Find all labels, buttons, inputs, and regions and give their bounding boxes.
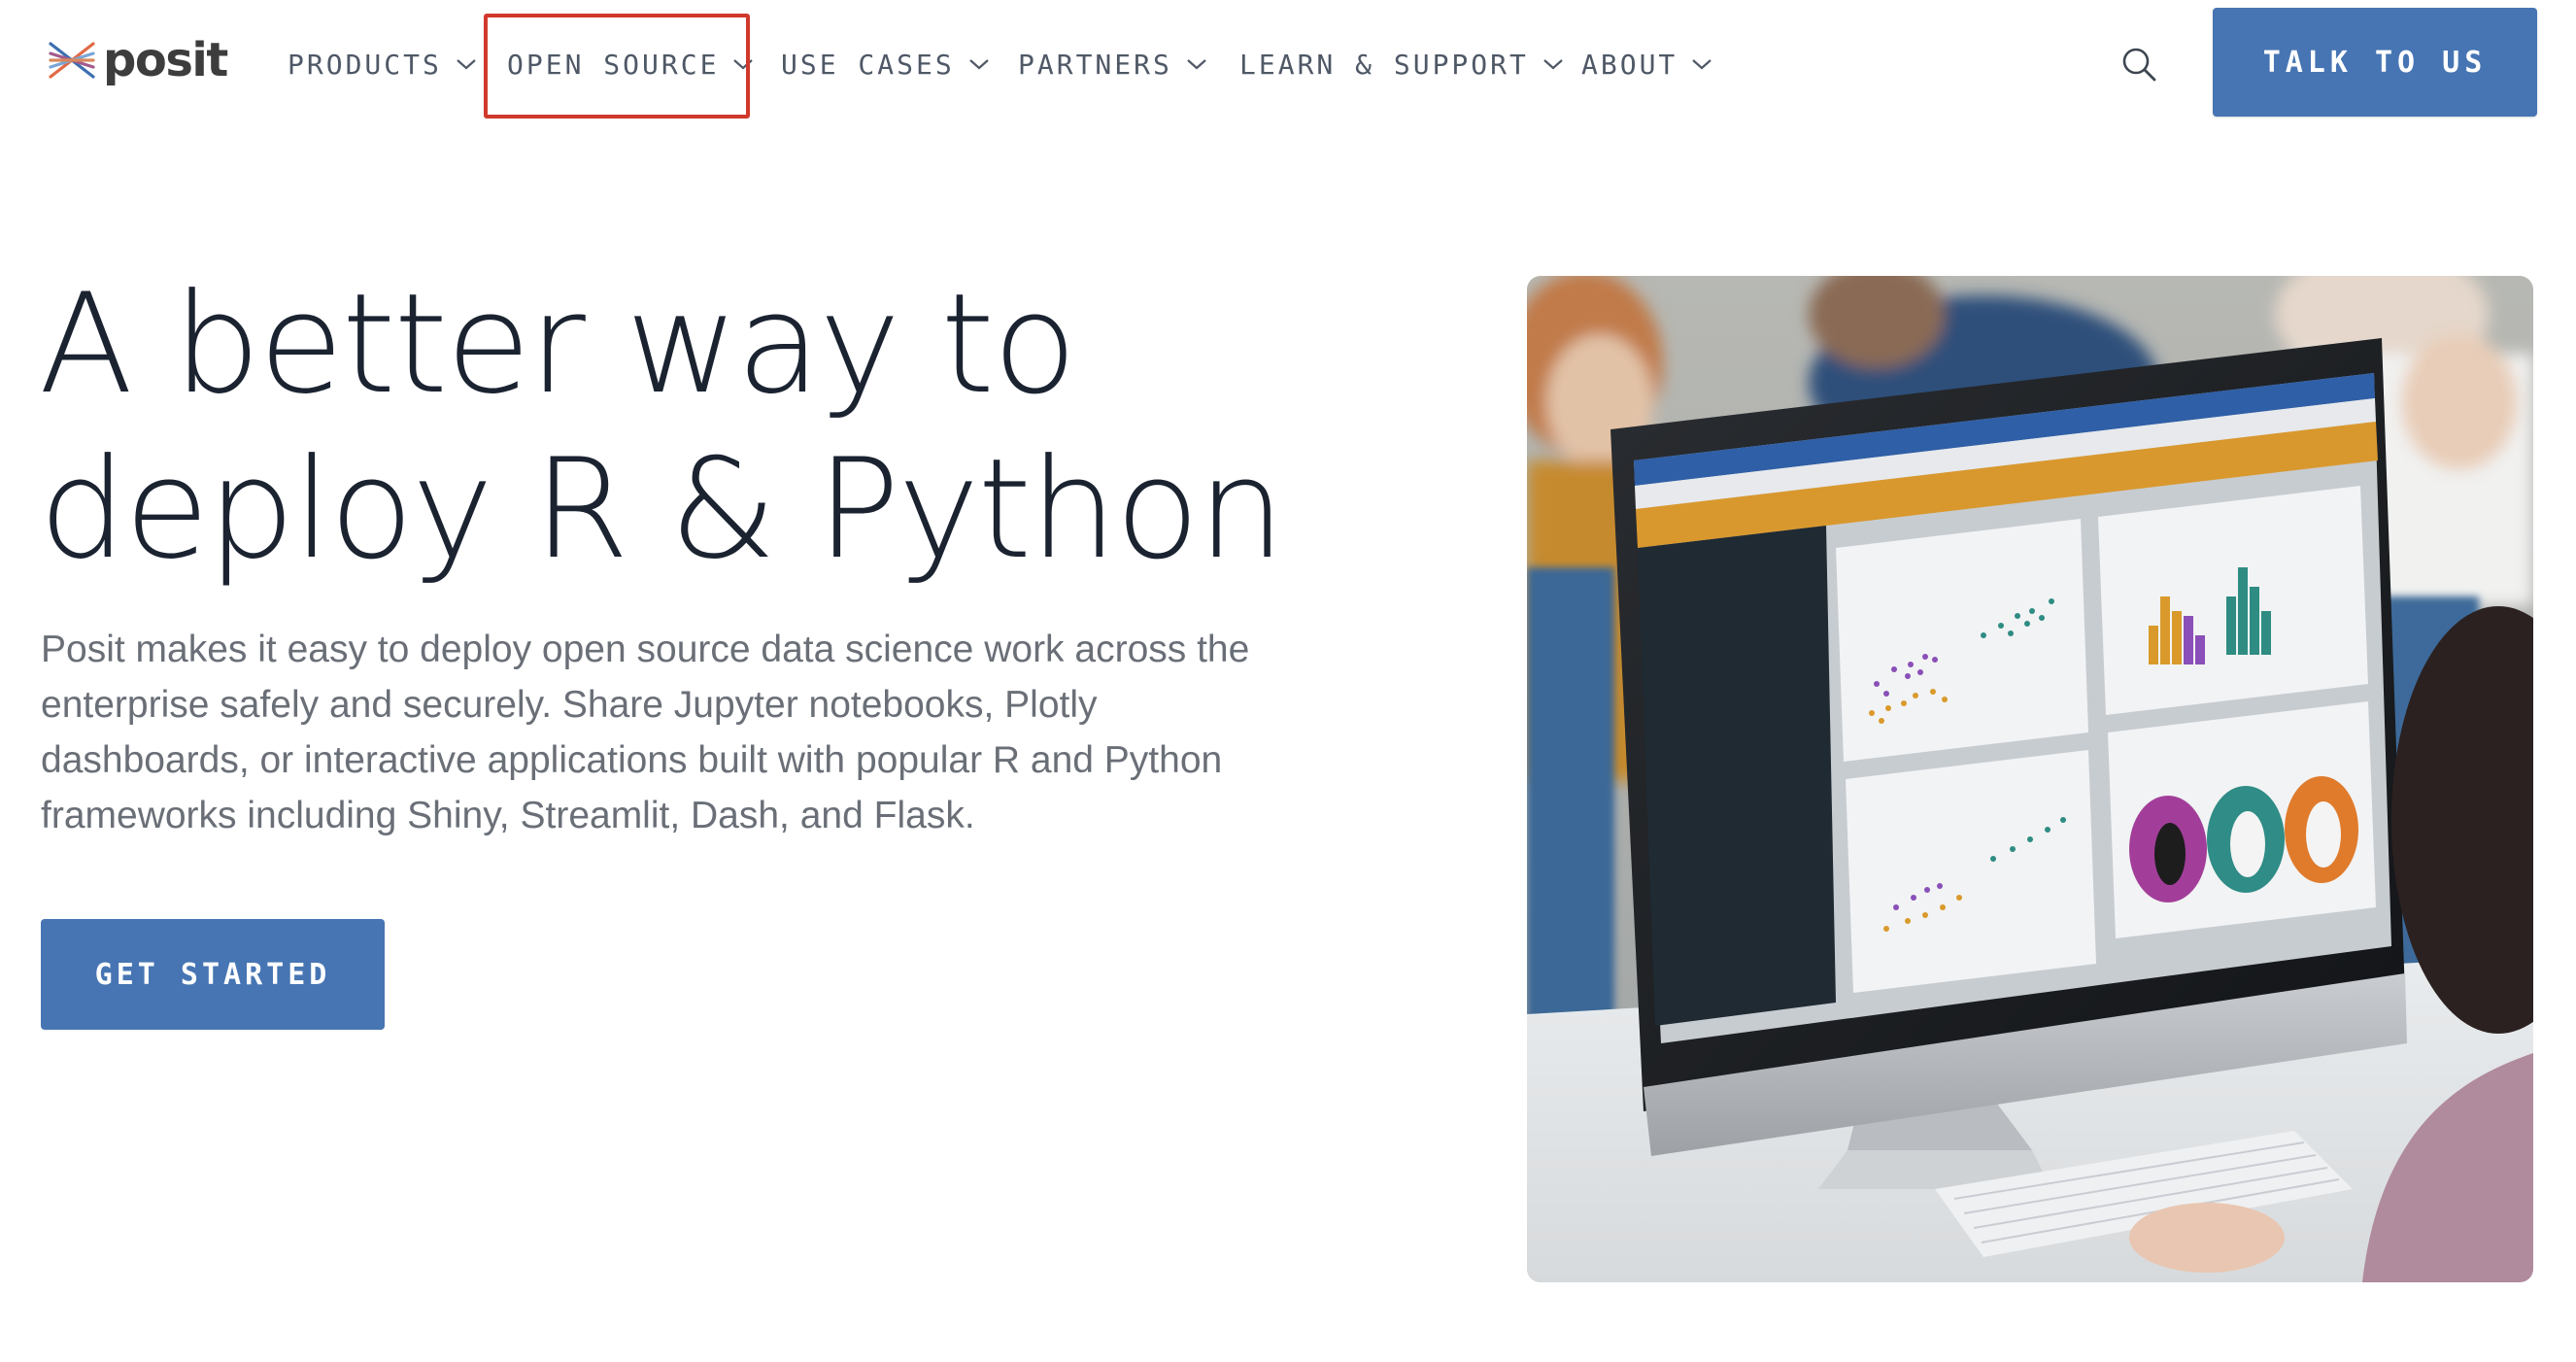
nav-products[interactable]: PRODUCTS	[288, 45, 477, 84]
nav-products-label: PRODUCTS	[288, 48, 442, 81]
hero-title-line-2: deploy R & Python	[39, 429, 1285, 590]
chevron-down-icon	[968, 59, 989, 70]
nav-use-cases-label: USE CASES	[781, 48, 955, 81]
nav-about[interactable]: ABOUT	[1581, 45, 1712, 84]
office-computer-photo	[1527, 276, 2533, 1282]
chevron-down-icon	[1692, 59, 1712, 70]
nav-use-cases[interactable]: USE CASES	[781, 45, 990, 84]
get-started-button[interactable]: GET STARTED	[41, 919, 385, 1030]
nav-learn-support-label: LEARN & SUPPORT	[1239, 48, 1529, 81]
hero-title: A better way to deploy R & Python	[39, 262, 1399, 593]
hero-description: Posit makes it easy to deploy open sourc…	[41, 629, 1250, 836]
chevron-down-icon	[457, 59, 476, 70]
posit-logo[interactable]: posit	[47, 33, 228, 87]
chevron-down-icon	[1187, 59, 1206, 70]
posit-logo-icon	[49, 42, 95, 79]
top-navigation: posit PRODUCTS OPEN SOURCE USE CASES PAR…	[0, 0, 2576, 126]
nav-partners[interactable]: PARTNERS	[1018, 45, 1207, 84]
search-icon[interactable]	[2119, 45, 2158, 84]
nav-about-label: ABOUT	[1581, 48, 1678, 81]
logo-wordmark: posit	[103, 33, 228, 87]
chevron-down-icon	[1543, 59, 1563, 70]
nav-partners-label: PARTNERS	[1018, 48, 1172, 81]
nav-learn-support[interactable]: LEARN & SUPPORT	[1239, 45, 1564, 84]
hero-title-line-1: A better way to	[39, 264, 1077, 425]
hero-photo	[1527, 276, 2533, 1282]
talk-to-us-button[interactable]: TALK TO US	[2213, 8, 2537, 117]
open-source-highlight-box	[484, 14, 750, 119]
